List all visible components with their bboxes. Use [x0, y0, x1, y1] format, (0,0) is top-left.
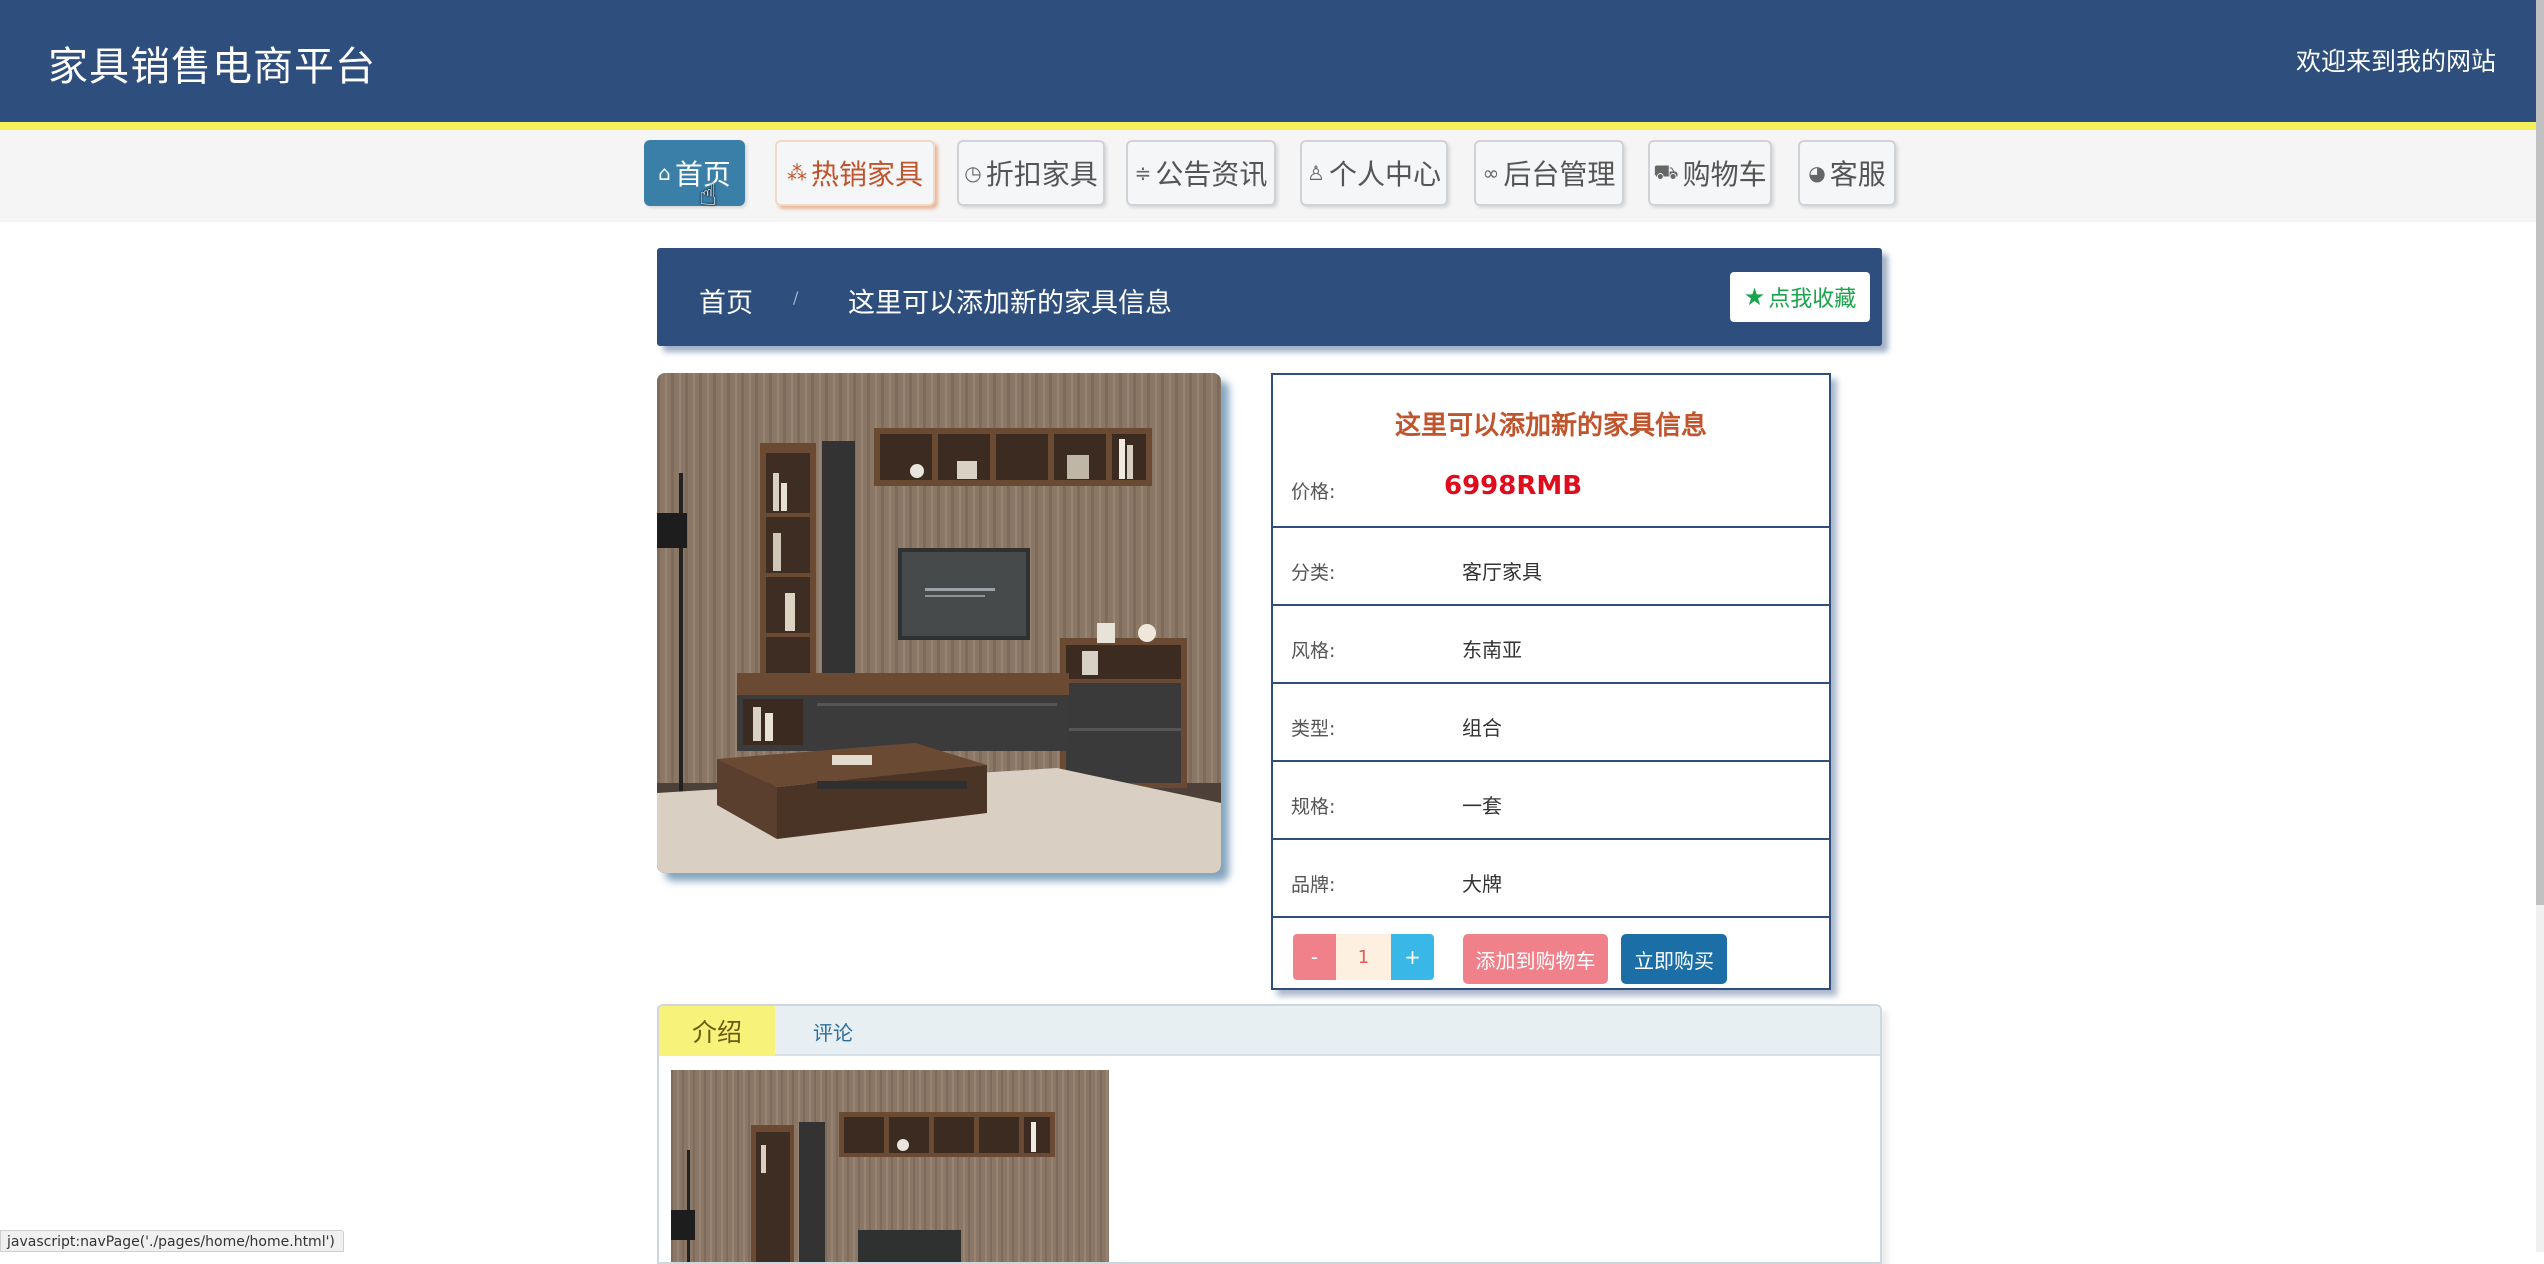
nav-home-button[interactable]: ⌂首页: [644, 140, 745, 206]
nav-profile-button[interactable]: ♙个人中心: [1300, 140, 1448, 206]
price-row: 价格: 6998RMB: [1273, 431, 1829, 528]
spec-label: 品牌:: [1291, 870, 1335, 897]
favorite-label: 点我收藏: [1768, 281, 1856, 313]
header-accent-strip: [0, 122, 2536, 130]
spec-label: 分类:: [1291, 558, 1335, 585]
nav-service-button[interactable]: ◕客服: [1798, 140, 1896, 206]
spec-label: 风格:: [1291, 636, 1335, 663]
quantity-input[interactable]: 1: [1336, 934, 1391, 980]
tab-intro[interactable]: 介绍: [659, 1006, 775, 1056]
breadcrumb-current: 这里可以添加新的家具信息: [848, 281, 1172, 320]
nav-admin-button[interactable]: ∞后台管理: [1474, 140, 1624, 206]
spec-value: 大牌: [1462, 868, 1502, 897]
chat-icon: ◕: [1808, 161, 1825, 185]
spec-value: 东南亚: [1462, 634, 1522, 663]
breadcrumb-home-link[interactable]: 首页: [699, 281, 753, 320]
nav-hot-button[interactable]: ⁂热销家具: [775, 140, 935, 206]
quantity-increase-button[interactable]: +: [1391, 934, 1434, 980]
clock-icon: ◷: [964, 161, 981, 185]
spec-value: 组合: [1462, 712, 1502, 741]
nav-label: 热销家具: [811, 153, 923, 193]
site-title[interactable]: 家具销售电商平台: [48, 34, 376, 92]
fire-icon: ⁂: [787, 161, 807, 185]
spec-row-brand: 品牌: 大牌: [1273, 840, 1829, 918]
nav-label: 客服: [1830, 153, 1886, 193]
spec-label: 规格:: [1291, 792, 1335, 819]
scrollbar-thumb[interactable]: [2536, 0, 2544, 905]
quantity-decrease-button[interactable]: -: [1293, 934, 1336, 980]
breadcrumb: 首页 / 这里可以添加新的家具信息 ★点我收藏: [657, 248, 1882, 346]
main-nav: ⌂首页 ⁂热销家具 ◷折扣家具 ≑公告资讯 ♙个人中心 ∞后台管理 ⛟购物车 ◕…: [0, 130, 2536, 222]
spec-row-size: 规格: 一套: [1273, 762, 1829, 840]
welcome-text: 欢迎来到我的网站: [2296, 42, 2496, 78]
nav-label: 公告资讯: [1155, 153, 1267, 193]
sliders-icon: ≑: [1135, 161, 1152, 185]
nav-discount-button[interactable]: ◷折扣家具: [957, 140, 1105, 206]
nav-label: 个人中心: [1329, 153, 1441, 193]
tabs-header: 介绍 评论: [659, 1006, 1880, 1056]
spec-value: 客厅家具: [1462, 556, 1542, 585]
buy-now-button[interactable]: 立即购买: [1621, 934, 1727, 984]
home-icon: ⌂: [658, 161, 671, 185]
spec-row-category: 分类: 客厅家具: [1273, 528, 1829, 606]
product-info-panel: 这里可以添加新的家具信息 价格: 6998RMB 分类: 客厅家具 风格: 东南…: [1271, 373, 1831, 990]
nav-cart-button[interactable]: ⛟购物车: [1648, 140, 1772, 206]
header-bar: 家具销售电商平台 欢迎来到我的网站: [0, 0, 2536, 122]
price-value: 6998RMB: [1444, 471, 1582, 501]
spec-label: 类型:: [1291, 714, 1335, 741]
intro-image: [671, 1070, 1109, 1264]
breadcrumb-separator: /: [793, 288, 798, 307]
favorite-button[interactable]: ★点我收藏: [1730, 272, 1870, 322]
tab-comments[interactable]: 评论: [775, 1006, 891, 1056]
user-icon: ♙: [1307, 161, 1325, 185]
scrollbar[interactable]: [2536, 0, 2544, 1252]
nav-label: 购物车: [1683, 153, 1767, 193]
nav-label: 后台管理: [1503, 153, 1615, 193]
link-icon: ∞: [1483, 161, 1500, 185]
cart-icon: ⛟: [1653, 160, 1678, 187]
product-image: [657, 373, 1221, 873]
nav-label: 首页: [675, 153, 731, 193]
detail-tabs-panel: 介绍 评论: [657, 1004, 1882, 1264]
price-label: 价格:: [1291, 477, 1335, 504]
status-bar-url: javascript:navPage('./pages/home/home.ht…: [0, 1230, 344, 1252]
nav-news-button[interactable]: ≑公告资讯: [1126, 140, 1276, 206]
spec-row-style: 风格: 东南亚: [1273, 606, 1829, 684]
spec-value: 一套: [1462, 790, 1502, 819]
star-icon: ★: [1744, 283, 1766, 311]
add-to-cart-button[interactable]: 添加到购物车: [1463, 934, 1608, 984]
spec-row-type: 类型: 组合: [1273, 684, 1829, 762]
nav-label: 折扣家具: [986, 153, 1098, 193]
